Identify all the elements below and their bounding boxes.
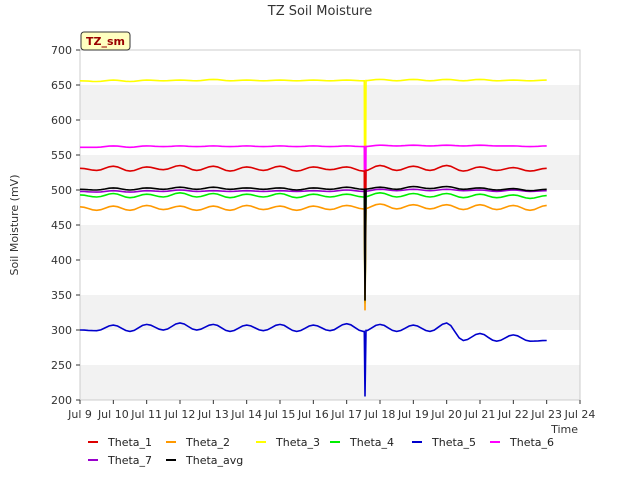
x-tick-label: Jul 16 (297, 408, 329, 421)
x-tick-label: Jul 9 (67, 408, 92, 421)
grid-band (80, 330, 580, 365)
chart-title: TZ Soil Moisture (267, 4, 373, 19)
y-tick-label: 700 (51, 44, 72, 57)
x-tick-label: Jul 17 (330, 408, 362, 421)
legend-label: Theta_2 (185, 436, 230, 449)
y-tick-label: 200 (51, 394, 72, 407)
y-tick-label: 400 (51, 254, 72, 267)
x-tick-label: Jul 10 (97, 408, 129, 421)
grid-band (80, 225, 580, 260)
y-axis-label: Soil Moisture (mV) (8, 175, 21, 276)
grid-band (80, 155, 580, 190)
grid-band (80, 120, 580, 155)
legend-label: Theta_avg (185, 454, 243, 467)
x-tick-label: Jul 24 (564, 408, 596, 421)
y-tick-label: 550 (51, 149, 72, 162)
x-tick-label: Jul 18 (364, 408, 396, 421)
station-badge-text: TZ_sm (86, 35, 125, 48)
x-tick-label: Jul 14 (230, 408, 262, 421)
legend-label: Theta_6 (509, 436, 554, 449)
y-tick-label: 350 (51, 289, 72, 302)
grid-band (80, 260, 580, 295)
x-tick-label: Jul 19 (397, 408, 429, 421)
y-tick-label: 600 (51, 114, 72, 127)
y-tick-label: 450 (51, 219, 72, 232)
x-tick-label: Jul 15 (264, 408, 296, 421)
x-tick-label: Jul 21 (464, 408, 496, 421)
legend-label: Theta_4 (349, 436, 394, 449)
legend-label: Theta_1 (107, 436, 152, 449)
y-tick-label: 250 (51, 359, 72, 372)
legend-label: Theta_5 (431, 436, 476, 449)
x-axis-label: Time (550, 423, 578, 436)
legend-label: Theta_7 (107, 454, 152, 467)
station-badge: TZ_sm (80, 31, 131, 51)
legend-label: Theta_3 (275, 436, 320, 449)
grid-band (80, 295, 580, 330)
x-tick-label: Jul 23 (530, 408, 562, 421)
y-tick-label: 650 (51, 79, 72, 92)
x-tick-label: Jul 20 (430, 408, 462, 421)
x-tick-label: Jul 12 (164, 408, 196, 421)
grid-band (80, 85, 580, 120)
y-tick-label: 500 (51, 184, 72, 197)
x-tick-label: Jul 11 (130, 408, 162, 421)
soil-moisture-chart: Jul 9 Jul 10 Jul 11 Jul 12 Jul 13 Jul 14 Jul 1… (0, 0, 640, 480)
grid-band (80, 365, 580, 400)
x-tick-label: Jul 22 (497, 408, 529, 421)
plot-background-bands (80, 50, 580, 400)
y-tick-label: 300 (51, 324, 72, 337)
x-tick-label: Jul 13 (197, 408, 229, 421)
